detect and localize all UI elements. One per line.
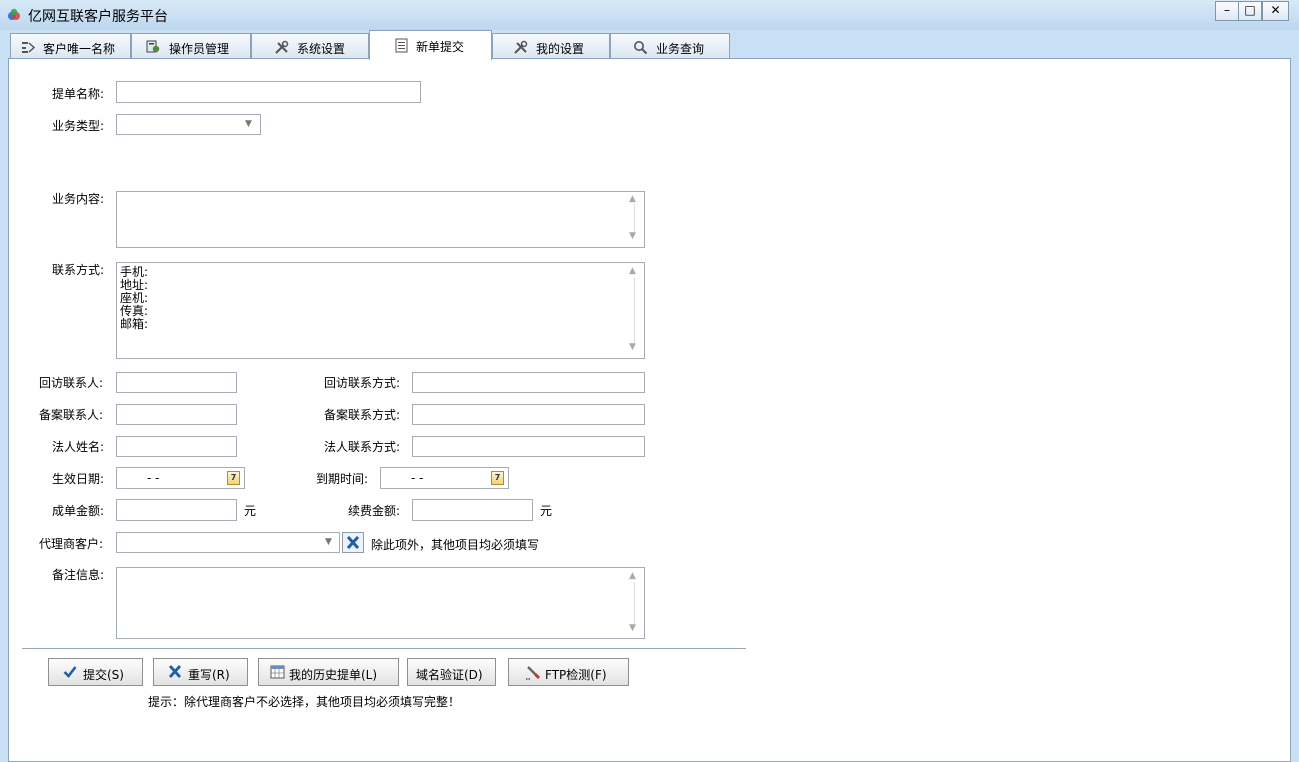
renewal-amount-unit: 元 — [540, 504, 553, 518]
visit-contact-input[interactable] — [116, 372, 237, 393]
business-type-label: 业务类型: — [52, 119, 105, 133]
customer-icon — [22, 42, 36, 53]
tab-business-query[interactable]: 业务查询 — [610, 33, 730, 59]
expiry-date-picker[interactable]: - - 7 — [380, 467, 509, 489]
tab-my-settings[interactable]: 我的设置 — [492, 33, 610, 59]
tab-system-settings[interactable]: 系统设置 — [251, 33, 369, 59]
filing-method-label: 备案联系方式: — [324, 408, 401, 422]
agent-customer-select[interactable]: ▼ — [116, 532, 340, 553]
dropdown-arrow-icon[interactable]: ▼ — [245, 119, 252, 129]
brush-icon — [526, 666, 541, 680]
close-x-icon — [346, 536, 360, 549]
contact-textarea[interactable]: 手机: 地址: 座机: 传真: 邮箱: ▲ ▼ — [116, 262, 645, 359]
tab-new-order[interactable]: 新单提交 — [369, 30, 492, 60]
scroll-down-icon[interactable]: ▼ — [629, 231, 636, 241]
calendar-icon[interactable]: 7 — [491, 471, 504, 485]
tab-label: 客户唯一名称 — [43, 42, 116, 56]
tab-label: 我的设置 — [536, 42, 585, 56]
effective-date-label: 生效日期: — [52, 472, 105, 486]
hint-text: 提示：除代理商客户不必选择，其他项目均必须填写完整！ — [148, 695, 461, 709]
reset-button[interactable]: 重写(R) — [153, 658, 248, 686]
app-logo-icon — [8, 8, 20, 20]
scrollbar[interactable] — [634, 582, 635, 624]
effective-date-picker[interactable]: - - 7 — [116, 467, 245, 489]
window-title: 亿网互联客户服务平台 — [28, 9, 168, 25]
tab-label: 操作员管理 — [169, 42, 230, 56]
ftp-check-button[interactable]: FTP检测(F) — [508, 658, 629, 686]
order-amount-input[interactable] — [116, 499, 237, 521]
tab-label: 新单提交 — [416, 40, 465, 54]
contact-line-email: 邮箱: — [120, 317, 149, 331]
calendar-grid-icon — [270, 665, 285, 679]
maximize-button[interactable]: □ — [1238, 1, 1262, 21]
remarks-label: 备注信息: — [52, 568, 105, 582]
renewal-amount-label: 续费金额: — [348, 504, 401, 518]
operator-icon — [146, 40, 160, 53]
tab-label: 系统设置 — [297, 42, 346, 56]
divider — [22, 648, 746, 650]
clear-agent-button[interactable] — [342, 532, 364, 553]
renewal-amount-input[interactable] — [412, 499, 533, 521]
tools-icon — [275, 40, 289, 54]
search-icon — [634, 41, 648, 55]
filing-method-input[interactable] — [412, 404, 645, 425]
remarks-textarea[interactable]: ▲ ▼ — [116, 567, 645, 639]
tab-label: 业务查询 — [656, 42, 705, 56]
domain-verify-button[interactable]: 域名验证(D) — [407, 658, 496, 686]
business-type-select[interactable]: ▼ — [116, 114, 261, 135]
filing-contact-input[interactable] — [116, 404, 237, 425]
legal-method-label: 法人联系方式: — [324, 440, 401, 454]
tab-customer-name[interactable]: 客户唯一名称 — [10, 33, 131, 59]
order-amount-unit: 元 — [244, 504, 257, 518]
dropdown-arrow-icon[interactable]: ▼ — [325, 537, 332, 547]
history-orders-button[interactable]: 我的历史提单(L) — [258, 658, 399, 686]
tab-strip: 客户唯一名称 操作员管理 系统设置 新单提交 我的设置 业务查询 — [10, 30, 1290, 60]
checkmark-icon — [63, 666, 77, 678]
contact-label: 联系方式: — [52, 263, 105, 277]
agent-customer-label: 代理商客户: — [39, 537, 104, 551]
agent-note: 除此项外，其他项目均必须填写 — [371, 538, 540, 552]
contact-lines: 手机: 地址: 座机: 传真: 邮箱: — [120, 266, 148, 331]
scroll-down-icon[interactable]: ▼ — [629, 342, 636, 352]
filing-contact-label: 备案联系人: — [39, 408, 104, 422]
scrollbar[interactable] — [634, 204, 635, 234]
business-content-textarea[interactable]: ▲ ▼ — [116, 191, 645, 248]
scroll-up-icon[interactable]: ▲ — [629, 266, 636, 276]
visit-method-input[interactable] — [412, 372, 645, 393]
scroll-up-icon[interactable]: ▲ — [629, 571, 636, 581]
visit-method-label: 回访联系方式: — [324, 376, 401, 390]
calendar-icon[interactable]: 7 — [227, 471, 240, 485]
order-name-input[interactable] — [116, 81, 421, 103]
legal-name-input[interactable] — [116, 436, 237, 457]
scroll-down-icon[interactable]: ▼ — [629, 623, 636, 633]
visit-contact-label: 回访联系人: — [39, 376, 104, 390]
submit-button[interactable]: 提交(S) — [48, 658, 143, 686]
document-icon — [395, 38, 408, 53]
close-x-icon — [168, 665, 182, 678]
tab-operator-management[interactable]: 操作员管理 — [131, 33, 251, 59]
tools-icon — [514, 40, 528, 54]
scrollbar[interactable] — [634, 277, 635, 343]
title-bar: 亿网互联客户服务平台 – □ ✕ — [0, 0, 1299, 30]
close-button[interactable]: ✕ — [1262, 1, 1289, 21]
minimize-button[interactable]: – — [1215, 1, 1239, 21]
legal-method-input[interactable] — [412, 436, 645, 457]
business-content-label: 业务内容: — [52, 192, 105, 206]
order-amount-label: 成单金额: — [52, 504, 105, 518]
legal-name-label: 法人姓名: — [52, 440, 105, 454]
scroll-up-icon[interactable]: ▲ — [629, 194, 636, 204]
expiry-date-label: 到期时间: — [316, 472, 369, 486]
order-name-label: 提单名称: — [52, 87, 105, 101]
